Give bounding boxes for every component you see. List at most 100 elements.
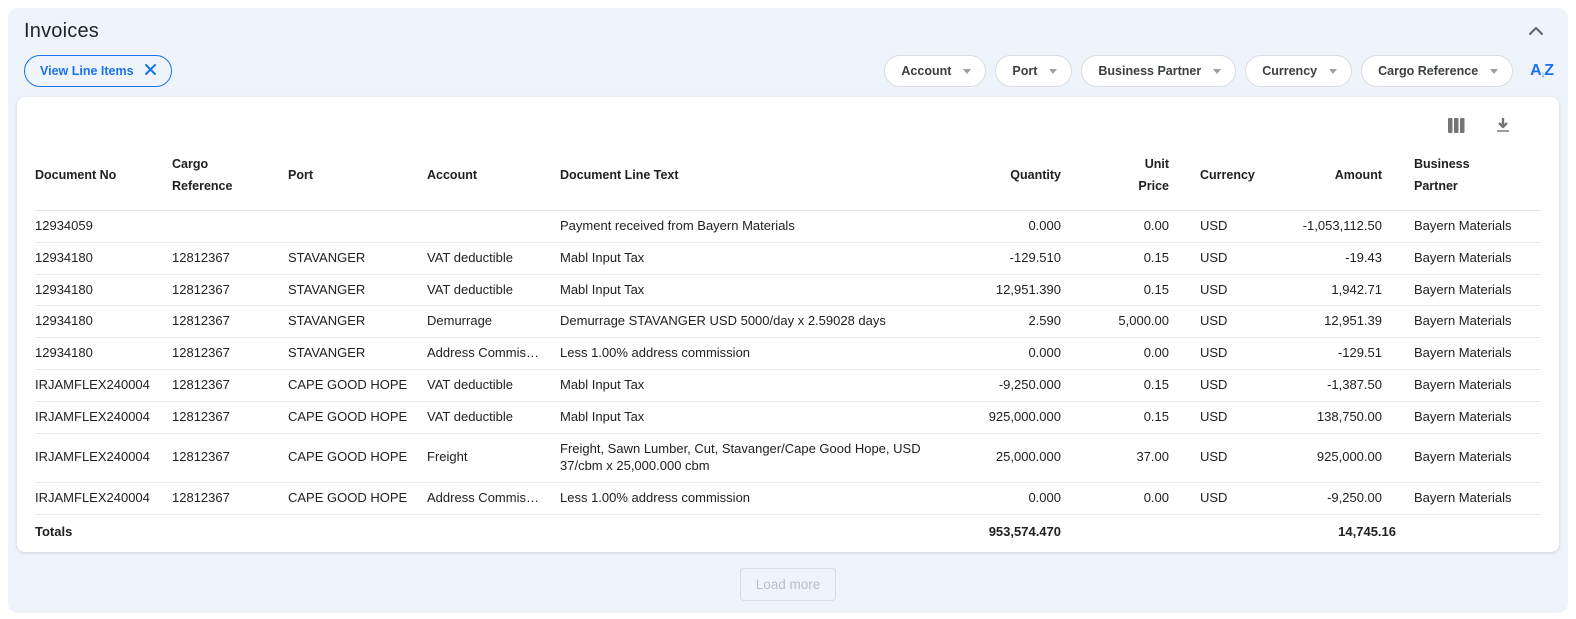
cell: 138,750.00 [1285,402,1396,434]
cell: -1,387.50 [1285,370,1396,402]
table-row: 12934059Payment received from Bayern Mat… [35,210,1541,242]
cell: 12934059 [35,210,172,242]
table-row: 1293418012812367STAVANGERDemurrageDemurr… [35,306,1541,338]
cell: -9,250.000 [960,370,1061,402]
table-header-row: Document NoCargo ReferencePortAccountDoc… [35,142,1541,210]
cell: USD [1169,306,1285,338]
cell: IRJAMFLEX240004 [35,433,172,482]
filter-chip-currency[interactable]: Currency [1245,55,1352,87]
filter-chip-label: Account [901,64,951,78]
cell: CAPE GOOD HOPE [288,402,427,434]
filter-chip-business-partner[interactable]: Business Partner [1081,55,1236,87]
filter-chip-port[interactable]: Port [995,55,1072,87]
cell [427,210,560,242]
chevron-down-icon [1049,69,1057,74]
cell: VAT deductible [427,242,560,274]
column-header: Port [288,142,427,210]
cell: IRJAMFLEX240004 [35,482,172,514]
view-line-items-chip[interactable]: View Line Items [24,55,172,87]
cell: 12812367 [172,482,288,514]
cell [288,210,427,242]
cell: VAT deductible [427,370,560,402]
column-header: Document No [35,142,172,210]
collapse-panel-button[interactable] [1524,20,1548,43]
cell: 0.00 [1061,338,1169,370]
download-icon [1495,117,1511,136]
filter-chip-label: Currency [1262,64,1317,78]
cell: VAT deductible [427,402,560,434]
cell: 925,000.00 [1285,433,1396,482]
cell: 0.000 [960,338,1061,370]
cell: USD [1169,482,1285,514]
cell: 12812367 [172,402,288,434]
cell: USD [1169,402,1285,434]
cell: 0.15 [1061,242,1169,274]
sort-alphabetical-icon[interactable]: A↓Z [1530,62,1554,80]
cell: Mabl Input Tax [560,274,960,306]
cell: 12934180 [35,242,172,274]
filter-chip-cargo-reference[interactable]: Cargo Reference [1361,55,1513,87]
table-row: 1293418012812367STAVANGERAddress Commis…… [35,338,1541,370]
cell: 0.000 [960,482,1061,514]
cell: USD [1169,370,1285,402]
cell: Less 1.00% address commission [560,482,960,514]
cell: 12,951.39 [1285,306,1396,338]
cell: STAVANGER [288,274,427,306]
cell: 5,000.00 [1061,306,1169,338]
cell: 12812367 [172,274,288,306]
invoices-table-card: Document NoCargo ReferencePortAccountDoc… [17,97,1559,552]
cell: 12812367 [172,338,288,370]
cell: 12812367 [172,306,288,338]
cell: Address Commis… [427,338,560,370]
cell: STAVANGER [288,306,427,338]
cell: 12812367 [172,370,288,402]
cell: Freight, Sawn Lumber, Cut, Stavanger/Cap… [560,433,960,482]
sort-letter-z: Z [1544,62,1554,80]
cell: STAVANGER [288,242,427,274]
cell: Freight [427,433,560,482]
table-row: 1293418012812367STAVANGERVAT deductibleM… [35,242,1541,274]
cell: -129.510 [960,242,1061,274]
cell: 2.590 [960,306,1061,338]
column-header: Document Line Text [560,142,960,210]
column-header: Amount [1285,142,1396,210]
load-more-area: Load more [8,552,1568,601]
table-row: 1293418012812367STAVANGERVAT deductibleM… [35,274,1541,306]
cell: Bayern Materials [1396,210,1541,242]
chips-row: View Line Items Account Port Business Pa… [8,43,1568,97]
cell: 12934180 [35,306,172,338]
table-toolbar [35,107,1541,142]
filter-chip-label: Port [1012,64,1037,78]
cell: Bayern Materials [1396,338,1541,370]
invoices-panel: Invoices View Line Items Account Port [8,8,1568,613]
load-more-button[interactable]: Load more [740,568,837,601]
cell: Bayern Materials [1396,482,1541,514]
chevron-down-icon [1490,69,1498,74]
cell: 0.15 [1061,370,1169,402]
cell: Mabl Input Tax [560,402,960,434]
close-icon[interactable] [144,63,157,79]
column-settings-button[interactable] [1446,116,1467,138]
filter-chip-account[interactable]: Account [884,55,986,87]
cell: USD [1169,274,1285,306]
column-header: Unit Price [1061,142,1169,210]
cell: 0.00 [1061,210,1169,242]
cell: Mabl Input Tax [560,242,960,274]
chevron-down-icon [1329,69,1337,74]
table-row: IRJAMFLEX24000412812367CAPE GOOD HOPEVAT… [35,370,1541,402]
chevron-down-icon [963,69,971,74]
cell: 12934180 [35,274,172,306]
cell: 12934180 [35,338,172,370]
page-title: Invoices [24,20,99,43]
cell: IRJAMFLEX240004 [35,402,172,434]
cell: 12812367 [172,242,288,274]
chevron-up-icon [1528,24,1544,39]
cell: 0.15 [1061,402,1169,434]
cell: 12,951.390 [960,274,1061,306]
download-button[interactable] [1493,115,1513,138]
column-header: Currency [1169,142,1285,210]
chevron-down-icon [1213,69,1221,74]
cell: Bayern Materials [1396,274,1541,306]
cell: Bayern Materials [1396,242,1541,274]
cell: 25,000.000 [960,433,1061,482]
